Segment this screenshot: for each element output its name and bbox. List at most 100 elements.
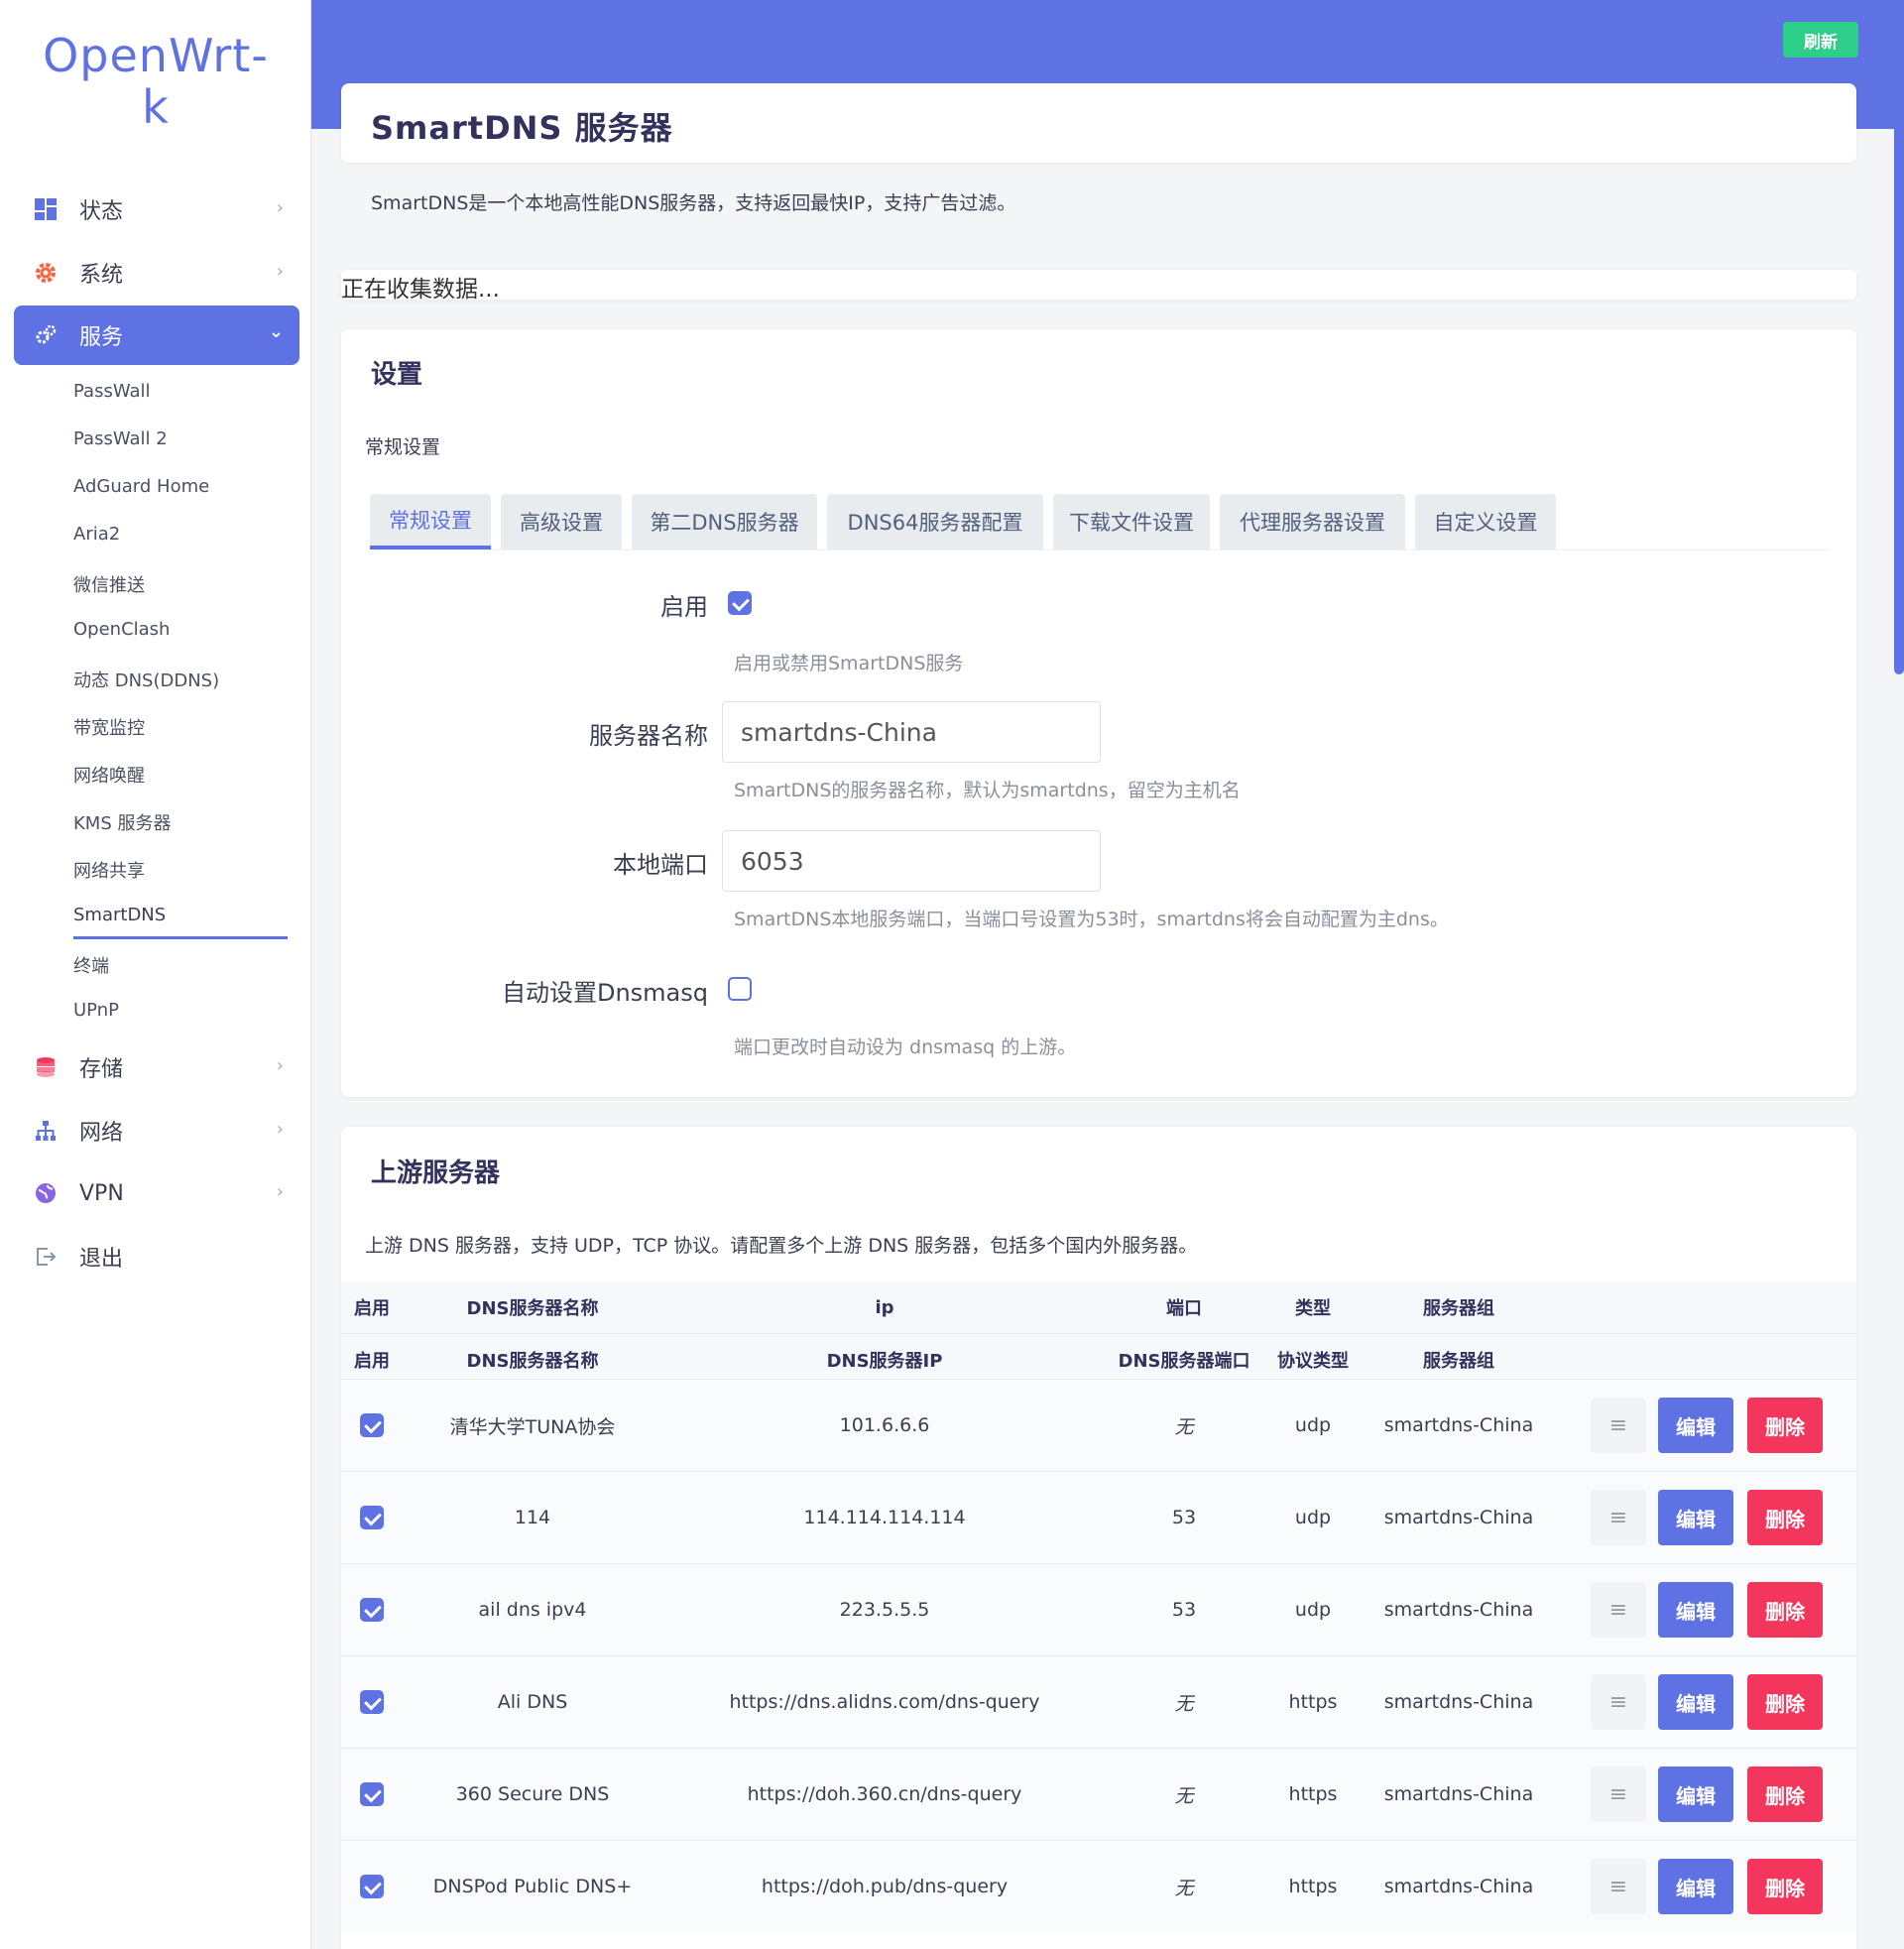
nav-status[interactable]: 状态 › bbox=[14, 180, 299, 239]
cell-ip: https://doh.360.cn/dns-query bbox=[747, 1783, 1022, 1805]
nav-system[interactable]: 系统 › bbox=[14, 243, 299, 303]
sidebar-item-ddns[interactable]: 动态 DNS(DDNS) bbox=[73, 667, 219, 692]
sidebar-item-aria2[interactable]: Aria2 bbox=[73, 524, 120, 545]
th-port: 端口 bbox=[1166, 1298, 1202, 1319]
cell-enable bbox=[341, 1380, 403, 1471]
nav-network[interactable]: 网络 › bbox=[14, 1101, 299, 1160]
globe-icon bbox=[32, 1179, 60, 1207]
drag-handle-icon[interactable]: ≡ bbox=[1591, 1766, 1646, 1822]
chevron-right-icon: › bbox=[276, 1181, 284, 1202]
edit-button[interactable]: 编辑 bbox=[1658, 1766, 1733, 1822]
cell-enable bbox=[341, 1472, 403, 1563]
th-name: DNS服务器名称 bbox=[466, 1350, 599, 1372]
page-title: SmartDNS 服务器 bbox=[371, 109, 673, 147]
sidebar-item-bandwidth[interactable]: 带宽监控 bbox=[73, 714, 145, 740]
sidebar-item-terminal[interactable]: 终端 bbox=[73, 952, 109, 978]
edit-button[interactable]: 编辑 bbox=[1658, 1398, 1733, 1453]
sidebar-item-share[interactable]: 网络共享 bbox=[73, 857, 145, 883]
tab-download[interactable]: 下载文件设置 bbox=[1053, 494, 1210, 549]
drag-handle-icon[interactable]: ≡ bbox=[1591, 1674, 1646, 1730]
cell-enable bbox=[341, 1564, 403, 1655]
cell-ip: 101.6.6.6 bbox=[839, 1414, 930, 1436]
tab-custom[interactable]: 自定义设置 bbox=[1415, 494, 1556, 549]
delete-button[interactable]: 删除 bbox=[1747, 1582, 1823, 1638]
drag-handle-icon[interactable]: ≡ bbox=[1591, 1398, 1646, 1453]
delete-button[interactable]: 删除 bbox=[1747, 1674, 1823, 1730]
row-enable-checkbox[interactable] bbox=[360, 1690, 384, 1714]
cell-group: smartdns-China bbox=[1383, 1599, 1534, 1621]
drag-handle-icon[interactable]: ≡ bbox=[1591, 1490, 1646, 1545]
chevron-right-icon: › bbox=[276, 1119, 284, 1140]
cell-type: https bbox=[1288, 1691, 1338, 1713]
database-icon bbox=[32, 1053, 60, 1081]
edit-button[interactable]: 编辑 bbox=[1658, 1582, 1733, 1638]
cell-port: 53 bbox=[1171, 1507, 1197, 1528]
tab-proxy[interactable]: 代理服务器设置 bbox=[1220, 494, 1405, 549]
nav-vpn-label: VPN bbox=[79, 1180, 124, 1206]
sidebar-item-wol[interactable]: 网络唤醒 bbox=[73, 762, 145, 788]
th-enable: 启用 bbox=[354, 1350, 390, 1372]
nav-storage-label: 存储 bbox=[79, 1057, 124, 1082]
nav-storage[interactable]: 存储 › bbox=[14, 1037, 299, 1097]
nav-logout-label: 退出 bbox=[79, 1247, 124, 1272]
tab-general[interactable]: 常规设置 bbox=[370, 494, 491, 549]
row-enable-checkbox[interactable] bbox=[360, 1782, 384, 1806]
cell-port: 53 bbox=[1171, 1599, 1197, 1621]
sidebar-item-smartdns[interactable]: SmartDNS bbox=[73, 905, 166, 925]
sidebar-item-adguard[interactable]: AdGuard Home bbox=[73, 476, 209, 497]
enable-checkbox[interactable] bbox=[728, 591, 752, 615]
edit-button[interactable]: 编辑 bbox=[1658, 1674, 1733, 1730]
nav-logout[interactable]: 退出 bbox=[14, 1227, 299, 1286]
row-enable-checkbox[interactable] bbox=[360, 1598, 384, 1622]
dashboard-icon bbox=[32, 195, 60, 223]
cogs-icon bbox=[32, 321, 60, 349]
nav-services[interactable]: 服务 ⌄ bbox=[14, 305, 299, 365]
chevron-right-icon: › bbox=[276, 261, 284, 282]
tab-advanced[interactable]: 高级设置 bbox=[501, 494, 622, 549]
cell-name: Ali DNS bbox=[497, 1691, 568, 1713]
cell-port: 无 bbox=[1174, 1415, 1194, 1438]
brand-line1: OpenWrt- bbox=[43, 29, 269, 82]
delete-button[interactable]: 删除 bbox=[1747, 1398, 1823, 1453]
sidebar-item-wechat-push[interactable]: 微信推送 bbox=[73, 571, 145, 597]
sidebar-item-kms[interactable]: KMS 服务器 bbox=[73, 809, 171, 835]
status-text: 正在收集数据... bbox=[341, 277, 500, 303]
table-row: 清华大学TUNA协会 101.6.6.6 无 udp smartdns-China ≡ 编辑… bbox=[341, 1379, 1856, 1471]
delete-button[interactable]: 删除 bbox=[1747, 1859, 1823, 1914]
tab-dns64[interactable]: DNS64服务器配置 bbox=[827, 494, 1043, 549]
sidebar-item-passwall2[interactable]: PassWall 2 bbox=[73, 428, 168, 449]
brand-logo[interactable]: OpenWrt- k bbox=[0, 30, 311, 133]
sidebar-item-passwall[interactable]: PassWall bbox=[73, 381, 151, 402]
row-enable-checkbox[interactable] bbox=[360, 1506, 384, 1529]
th-ip: ip bbox=[875, 1296, 894, 1318]
dnsmasq-checkbox[interactable] bbox=[728, 977, 752, 1001]
cell-port: 无 bbox=[1174, 1692, 1194, 1715]
th-port: DNS服务器端口 bbox=[1118, 1350, 1250, 1372]
th-type: 类型 bbox=[1295, 1298, 1331, 1319]
sidebar-item-upnp[interactable]: UPnP bbox=[73, 1000, 119, 1021]
delete-button[interactable]: 删除 bbox=[1747, 1766, 1823, 1822]
port-input[interactable] bbox=[722, 830, 1101, 892]
th-name: DNS服务器名称 bbox=[466, 1298, 599, 1319]
port-label: 本地端口 bbox=[613, 851, 708, 879]
cell-type: https bbox=[1288, 1876, 1338, 1897]
cell-enable bbox=[341, 1656, 403, 1748]
refresh-button[interactable]: 刷新 bbox=[1783, 22, 1858, 58]
drag-handle-icon[interactable]: ≡ bbox=[1591, 1859, 1646, 1914]
edit-button[interactable]: 编辑 bbox=[1658, 1490, 1733, 1545]
server-name-input[interactable] bbox=[722, 701, 1101, 763]
sidebar-item-openclash[interactable]: OpenClash bbox=[73, 619, 170, 640]
chevron-right-icon: › bbox=[276, 1055, 284, 1076]
cell-enable bbox=[341, 1749, 403, 1840]
delete-button[interactable]: 删除 bbox=[1747, 1490, 1823, 1545]
drag-handle-icon[interactable]: ≡ bbox=[1591, 1582, 1646, 1638]
cell-group: smartdns-China bbox=[1383, 1507, 1534, 1528]
scrollbar[interactable] bbox=[1894, 0, 1904, 674]
upstream-description: 上游 DNS 服务器，支持 UDP，TCP 协议。请配置多个上游 DNS 服务器… bbox=[365, 1235, 1198, 1257]
nav-vpn[interactable]: VPN › bbox=[14, 1163, 299, 1223]
row-enable-checkbox[interactable] bbox=[360, 1413, 384, 1437]
cell-name: 114 bbox=[514, 1507, 551, 1528]
tab-second-dns[interactable]: 第二DNS服务器 bbox=[632, 494, 817, 549]
edit-button[interactable]: 编辑 bbox=[1658, 1859, 1733, 1914]
row-enable-checkbox[interactable] bbox=[360, 1875, 384, 1898]
